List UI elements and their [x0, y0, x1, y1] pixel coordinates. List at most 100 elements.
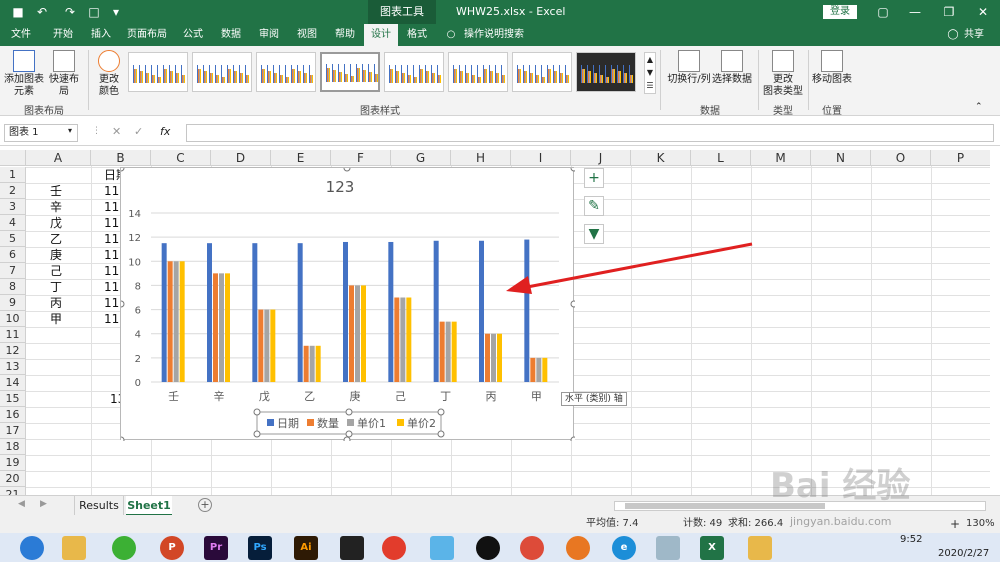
tab-design[interactable]: 设计: [364, 24, 398, 46]
select-data-button[interactable]: 选择数据: [712, 50, 752, 86]
row-header[interactable]: 7: [0, 263, 26, 279]
cell-a[interactable]: 辛: [50, 199, 62, 215]
chart-style-thumbnail[interactable]: [320, 52, 380, 92]
clock-time[interactable]: 9:52: [900, 533, 922, 547]
cell-a[interactable]: 壬: [50, 183, 62, 199]
column-header[interactable]: J: [571, 150, 631, 166]
row-header[interactable]: 14: [0, 375, 26, 391]
cancel-icon[interactable]: ✕: [112, 125, 121, 138]
wechat-icon[interactable]: [112, 536, 136, 560]
row-header[interactable]: 15: [0, 391, 26, 407]
scroll-left-icon[interactable]: ◀: [18, 499, 25, 509]
column-header[interactable]: E: [271, 150, 331, 166]
column-header[interactable]: L: [691, 150, 751, 166]
tab-help[interactable]: 帮助: [330, 24, 360, 46]
new-file-icon[interactable]: □: [86, 4, 102, 20]
undo-icon[interactable]: ↶: [34, 4, 50, 20]
row-header[interactable]: 11: [0, 327, 26, 343]
add-chart-element-button[interactable]: 添加图表 元素: [4, 50, 44, 98]
row-header[interactable]: 21: [0, 487, 26, 495]
restore-icon[interactable]: ❐: [941, 4, 957, 20]
formula-input[interactable]: [186, 124, 994, 142]
share-button[interactable]: 共享: [962, 24, 986, 46]
notes-icon[interactable]: [748, 536, 772, 560]
row-header[interactable]: 20: [0, 471, 26, 487]
cell-a[interactable]: 丁: [50, 279, 62, 295]
cell-a[interactable]: 己: [50, 263, 62, 279]
column-header[interactable]: G: [391, 150, 451, 166]
file-explorer-icon[interactable]: [62, 536, 86, 560]
row-header[interactable]: 16: [0, 407, 26, 423]
chart-styles-brush-button[interactable]: ✎: [584, 196, 604, 216]
browser-icon[interactable]: [20, 536, 44, 560]
qq-icon[interactable]: [476, 536, 500, 560]
login-button[interactable]: 登录: [823, 5, 857, 19]
tab-view[interactable]: 视图: [292, 24, 322, 46]
tab-review[interactable]: 审阅: [254, 24, 284, 46]
row-header[interactable]: 9: [0, 295, 26, 311]
column-header[interactable]: A: [26, 150, 91, 166]
row-header[interactable]: 5: [0, 231, 26, 247]
powerpoint-icon[interactable]: P: [160, 536, 184, 560]
chart-style-thumbnail[interactable]: [448, 52, 508, 92]
row-header[interactable]: 18: [0, 439, 26, 455]
video-editor-icon[interactable]: [340, 536, 364, 560]
namebox-dropdown-icon[interactable]: ▾: [68, 126, 72, 135]
row-header[interactable]: 10: [0, 311, 26, 327]
change-colors-button[interactable]: 更改 颜色: [92, 50, 126, 98]
tab-file[interactable]: 文件: [6, 24, 36, 46]
column-header[interactable]: P: [931, 150, 990, 166]
tab-insert[interactable]: 插入: [86, 24, 116, 46]
gallery-scroll[interactable]: ▲ ▼ ☰: [644, 52, 656, 94]
column-header[interactable]: F: [331, 150, 391, 166]
row-header[interactable]: 19: [0, 455, 26, 471]
row-header[interactable]: 4: [0, 215, 26, 231]
tab-page-layout[interactable]: 页面布局: [124, 24, 170, 46]
quick-layout-button[interactable]: 快速布局: [46, 50, 82, 98]
add-sheet-icon[interactable]: +: [198, 498, 212, 512]
row-header[interactable]: 12: [0, 343, 26, 359]
premiere-icon[interactable]: Pr: [204, 536, 228, 560]
select-all-corner[interactable]: [0, 150, 26, 166]
zoom-level[interactable]: 130%: [966, 515, 995, 533]
row-header[interactable]: 8: [0, 279, 26, 295]
chart-elements-button[interactable]: +: [584, 168, 604, 188]
excel-icon[interactable]: X: [700, 536, 724, 560]
app-orange-icon[interactable]: [566, 536, 590, 560]
row-header[interactable]: 17: [0, 423, 26, 439]
cell-a[interactable]: 戊: [50, 215, 62, 231]
column-header[interactable]: C: [151, 150, 211, 166]
chart-style-thumbnail[interactable]: [576, 52, 636, 92]
chart-style-thumbnail[interactable]: [192, 52, 252, 92]
save-icon[interactable]: ■: [10, 4, 26, 20]
chart-style-thumbnail[interactable]: [512, 52, 572, 92]
column-header[interactable]: M: [751, 150, 811, 166]
chart-style-thumbnail[interactable]: [384, 52, 444, 92]
photoshop-icon[interactable]: Ps: [248, 536, 272, 560]
tell-me-search[interactable]: 操作说明搜索: [462, 24, 526, 46]
row-header[interactable]: 3: [0, 199, 26, 215]
column-header[interactable]: I: [511, 150, 571, 166]
cell-a[interactable]: 丙: [50, 295, 62, 311]
tab-data[interactable]: 数据: [216, 24, 246, 46]
change-chart-type-button[interactable]: 更改 图表类型: [762, 50, 804, 98]
sheet-tab-results[interactable]: Results: [74, 496, 124, 516]
column-header[interactable]: H: [451, 150, 511, 166]
name-box[interactable]: 图表 1: [4, 124, 78, 142]
column-header[interactable]: D: [211, 150, 271, 166]
collapse-ribbon-icon[interactable]: ⌃: [975, 102, 983, 112]
column-header[interactable]: K: [631, 150, 691, 166]
zoom-in-icon[interactable]: +: [950, 515, 960, 533]
app-icon[interactable]: [382, 536, 406, 560]
switch-row-column-button[interactable]: 切换行/列: [666, 50, 712, 86]
tab-formulas[interactable]: 公式: [178, 24, 208, 46]
chrome-icon[interactable]: [520, 536, 544, 560]
clock-date[interactable]: 2020/2/27: [938, 547, 989, 561]
chart-style-thumbnail[interactable]: [128, 52, 188, 92]
enter-icon[interactable]: ✓: [134, 125, 143, 138]
row-header[interactable]: 1: [0, 167, 26, 183]
row-header[interactable]: 13: [0, 359, 26, 375]
column-header[interactable]: N: [811, 150, 871, 166]
sheet-tab-sheet1[interactable]: Sheet1: [126, 496, 172, 516]
cell-a[interactable]: 乙: [50, 231, 62, 247]
